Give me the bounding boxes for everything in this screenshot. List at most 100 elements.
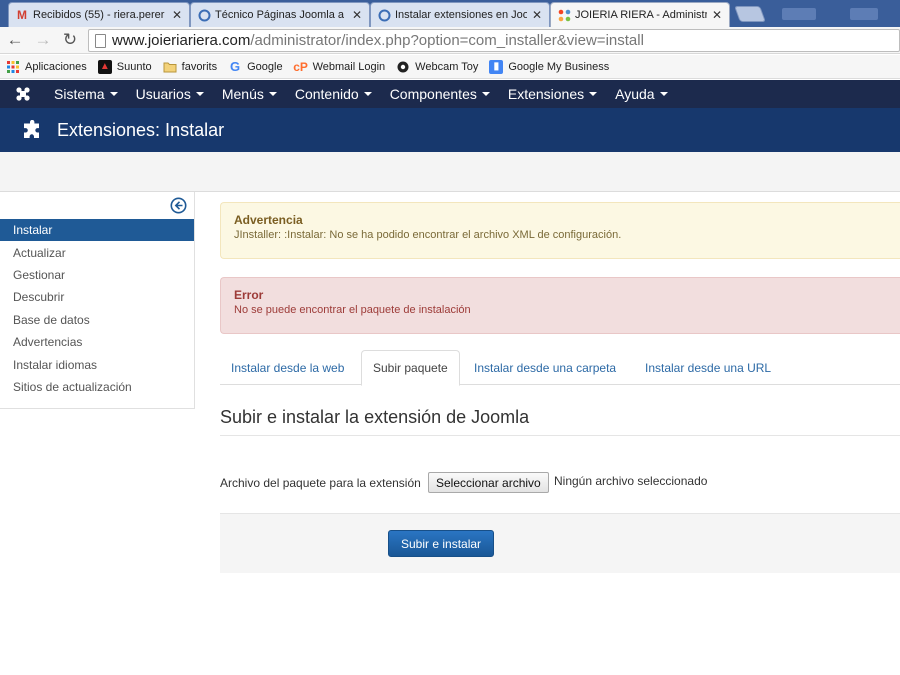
section-divider	[220, 435, 900, 436]
sidebar-item-sitios-de-actualizacion[interactable]: Sitios de actualización	[0, 376, 194, 398]
forward-arrow-icon[interactable]: →	[33, 30, 53, 50]
tab-instalar-desde-la-web[interactable]: Instalar desde la web	[231, 350, 344, 385]
select-file-button[interactable]: Seleccionar archivo	[428, 472, 549, 493]
caret-down-icon	[481, 92, 490, 96]
menu-label: Ayuda	[615, 86, 655, 102]
file-field-label: Archivo del paquete para la extensión	[220, 476, 421, 490]
apps-grid-icon	[6, 60, 20, 74]
page-title: Extensiones: Instalar	[57, 119, 225, 140]
warning-title: Advertencia	[234, 213, 303, 227]
sidebar-item-gestionar[interactable]: Gestionar	[0, 264, 194, 286]
joomla-admin-navbar: Sistema Usuarios Menús Contenido Compone…	[0, 80, 900, 108]
tab-instalar-desde-una-carpeta[interactable]: Instalar desde una carpeta	[474, 350, 616, 385]
error-message: No se puede encontrar el paquete de inst…	[234, 304, 471, 316]
caret-down-icon	[363, 92, 372, 96]
menu-contenido[interactable]: Contenido	[286, 86, 381, 102]
folder-icon	[163, 60, 177, 74]
loading-icon	[197, 8, 211, 22]
sidebar: Instalar Actualizar Gestionar Descubrir …	[0, 192, 195, 409]
close-icon[interactable]: ✕	[171, 8, 183, 22]
reload-icon[interactable]: ↻	[60, 30, 80, 50]
browser-tab-strip: M Recibidos (55) - riera.perer ✕ Técnico…	[0, 0, 900, 27]
tab-title: Recibidos (55) - riera.perer	[33, 9, 165, 21]
window-control-block	[782, 8, 816, 20]
bookmark-google-my-business[interactable]: ▮ Google My Business	[489, 59, 610, 74]
sidebar-item-instalar-idiomas[interactable]: Instalar idiomas	[0, 354, 194, 376]
suunto-icon: ▲	[97, 59, 112, 74]
sidebar-item-descubrir[interactable]: Descubrir	[0, 286, 194, 308]
bookmark-label: Webcam Toy	[415, 60, 479, 73]
upload-install-button[interactable]: Subir e instalar	[388, 530, 495, 557]
bookmark-aplicaciones[interactable]: Aplicaciones	[6, 60, 87, 74]
tab-instalar-desde-una-url[interactable]: Instalar desde una URL	[645, 350, 771, 385]
bookmark-label: Google My Business	[508, 60, 610, 73]
url-host: www.joieriariera.com	[112, 32, 251, 49]
address-bar[interactable]: www.joieriariera.com/administrator/index…	[88, 29, 900, 52]
gmail-icon: M	[17, 8, 27, 22]
bookmark-suunto[interactable]: ▲ Suunto	[97, 59, 152, 74]
puzzle-icon	[24, 120, 39, 138]
bookmark-label: favorits	[181, 60, 218, 73]
sidebar-item-instalar[interactable]: Instalar	[0, 219, 194, 241]
webcam-icon	[396, 60, 410, 74]
tab-subir-paquete[interactable]: Subir paquete	[361, 350, 460, 386]
install-tabs: Instalar desde la web Subir paquete Inst…	[220, 350, 900, 386]
menu-label: Contenido	[294, 86, 359, 102]
menu-menus[interactable]: Menús	[213, 86, 286, 102]
page-header: Extensiones: Instalar	[0, 108, 900, 152]
file-status-text: Ningún archivo seleccionado	[554, 474, 708, 488]
caret-down-icon	[268, 92, 277, 96]
bookmark-webmail-login[interactable]: cP Webmail Login	[293, 59, 386, 74]
menu-label: Menús	[221, 86, 264, 102]
error-title: Error	[234, 288, 264, 302]
subhead-toolbar	[0, 152, 900, 192]
bookmark-label: Google	[247, 60, 283, 73]
bookmark-webcam-toy[interactable]: Webcam Toy	[396, 60, 478, 74]
bookmarks-bar: Aplicaciones ▲ Suunto favorits G Google …	[0, 55, 900, 79]
menu-sistema[interactable]: Sistema	[45, 86, 127, 102]
bookmark-label: Aplicaciones	[25, 60, 87, 73]
loading-icon	[377, 8, 391, 22]
bookmark-google[interactable]: G Google	[228, 59, 283, 74]
sidebar-item-advertencias[interactable]: Advertencias	[0, 331, 194, 353]
menu-componentes[interactable]: Componentes	[381, 86, 499, 102]
warning-alert: Advertencia JInstaller: :Instalar: No se…	[220, 202, 900, 259]
section-title: Subir e instalar la extensión de Joomla	[220, 407, 530, 427]
collapse-sidebar-icon[interactable]	[170, 197, 187, 214]
form-actions: Subir e instalar	[220, 513, 900, 573]
back-arrow-icon[interactable]: ←	[5, 30, 25, 50]
caret-down-icon	[659, 92, 668, 96]
error-alert: Error No se puede encontrar el paquete d…	[220, 277, 900, 334]
menu-usuarios[interactable]: Usuarios	[127, 86, 213, 102]
caret-down-icon	[589, 92, 598, 96]
sidebar-item-actualizar[interactable]: Actualizar	[0, 242, 194, 264]
close-icon[interactable]: ✕	[531, 8, 543, 22]
menu-extensiones[interactable]: Extensiones	[499, 86, 606, 102]
tab-title: Instalar extensiones en Joo	[395, 9, 527, 21]
browser-tab-gmail[interactable]: M Recibidos (55) - riera.perer ✕	[8, 2, 190, 27]
bookmark-label: Webmail Login	[312, 60, 386, 73]
new-tab-button[interactable]	[734, 6, 766, 22]
tab-title: Técnico Páginas Joomla a	[215, 9, 345, 21]
page-icon	[95, 33, 106, 48]
window-control-block	[850, 8, 878, 20]
bookmark-favorits[interactable]: favorits	[163, 60, 217, 74]
caret-down-icon	[109, 92, 118, 96]
warning-message: JInstaller: :Instalar: No se ha podido e…	[234, 229, 622, 241]
cpanel-icon: cP	[293, 59, 308, 74]
menu-ayuda[interactable]: Ayuda	[606, 86, 676, 102]
close-icon[interactable]: ✕	[351, 8, 363, 22]
caret-down-icon	[195, 92, 204, 96]
close-icon[interactable]: ✕	[711, 8, 723, 22]
menu-label: Extensiones	[507, 86, 585, 102]
browser-tab-joomla-tecnico[interactable]: Técnico Páginas Joomla a ✕	[190, 2, 370, 27]
google-icon: G	[230, 59, 241, 74]
browser-tab-joieria-riera[interactable]: JOIERIA RIERA - Administr ✕	[550, 2, 730, 27]
browser-tab-instalar-extensiones[interactable]: Instalar extensiones en Joo ✕	[370, 2, 550, 27]
url-path: /administrator/index.php?option=com_inst…	[250, 32, 644, 49]
sidebar-item-base-de-datos[interactable]: Base de datos	[0, 309, 194, 331]
joomla-logo-icon[interactable]	[0, 80, 45, 108]
my-business-icon: ▮	[489, 59, 504, 74]
joomla-icon	[557, 8, 571, 22]
browser-toolbar: ← → ↻ www.joieriariera.com/administrator…	[0, 27, 900, 54]
